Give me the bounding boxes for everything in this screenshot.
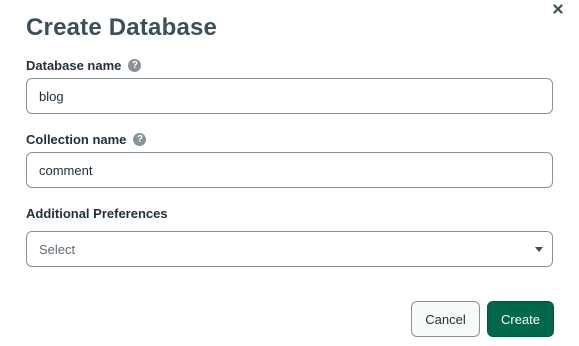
help-icon[interactable]: ? xyxy=(133,133,147,146)
help-icon[interactable]: ? xyxy=(128,59,142,72)
database-name-label-row: Database name ? xyxy=(26,58,142,73)
dialog-title: Create Database xyxy=(26,14,218,41)
cancel-button[interactable]: Cancel xyxy=(411,301,480,337)
collection-name-input[interactable] xyxy=(26,152,553,188)
additional-preferences-label-row: Additional Preferences xyxy=(26,206,168,221)
database-name-input[interactable] xyxy=(26,78,553,114)
select-value: Select xyxy=(39,241,76,257)
collection-name-label: Collection name xyxy=(26,132,127,147)
close-button[interactable] xyxy=(549,0,567,18)
additional-preferences-label: Additional Preferences xyxy=(26,206,168,221)
create-button[interactable]: Create xyxy=(487,301,554,337)
database-name-label: Database name xyxy=(26,58,122,73)
caret-down-icon xyxy=(535,246,543,252)
collection-name-label-row: Collection name ? xyxy=(26,132,147,147)
close-icon xyxy=(553,4,563,14)
additional-preferences-select[interactable]: Select xyxy=(26,231,553,267)
